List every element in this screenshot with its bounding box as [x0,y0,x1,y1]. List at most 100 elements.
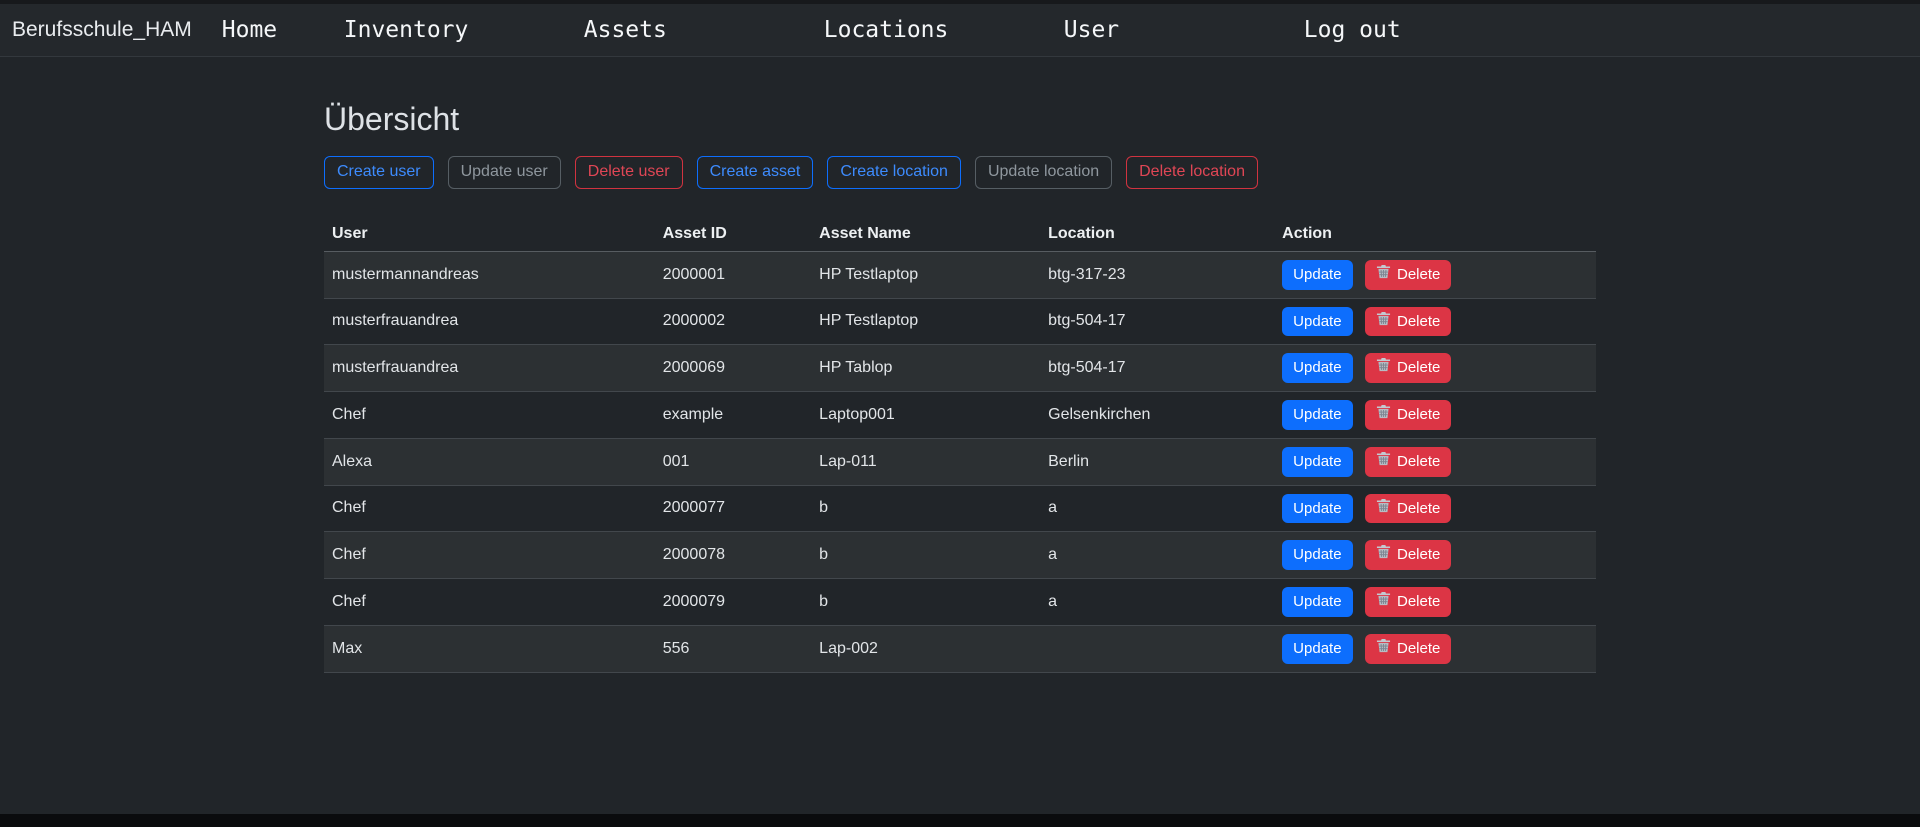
main-content: Übersicht Create user Update user Delete u… [324,101,1596,673]
delete-button[interactable]: Delete [1365,447,1451,477]
delete-button[interactable]: Delete [1365,494,1451,524]
nav-item-user[interactable]: User [1064,17,1119,43]
table-row: musterfrauandrea 2000069 HP Tablop btg-5… [324,345,1596,392]
table-row: Chef example Laptop001 Gelsenkirchen Upd… [324,392,1596,439]
wastebasket-icon [1376,311,1391,333]
cell-asset-name: b [811,485,1040,532]
nav-item-log-out[interactable]: Log out [1304,17,1401,43]
create-location-button[interactable]: Create location [827,156,961,189]
table-row: Max 556 Lap-002 Update [324,625,1596,672]
cell-user: musterfrauandrea [324,345,655,392]
delete-button[interactable]: Delete [1365,634,1451,664]
nav-item-inventory[interactable]: Inventory [344,17,469,43]
cell-action: Update Delete [1274,532,1596,579]
create-asset-button[interactable]: Create asset [697,156,814,189]
nav-item-assets[interactable]: Assets [584,17,667,43]
cell-location: a [1040,532,1274,579]
update-button[interactable]: Update [1282,353,1352,383]
col-header-user: User [324,217,655,252]
cell-asset-id: 001 [655,438,811,485]
asset-table: User Asset ID Asset Name Location Action… [324,217,1596,673]
wastebasket-icon [1376,404,1391,426]
create-user-button[interactable]: Create user [324,156,434,189]
navbar: Berufsschule_HAM Home Inventory Assets Loca… [0,4,1920,57]
update-button[interactable]: Update [1282,494,1352,524]
navbar-brand[interactable]: Berufsschule_HAM [12,18,192,42]
nav-list-item: User [1064,17,1304,43]
update-button[interactable]: Update [1282,260,1352,290]
delete-button-label: Delete [1397,498,1440,520]
cell-action: Update Delete [1274,251,1596,298]
delete-button[interactable]: Delete [1365,307,1451,337]
cell-asset-id: example [655,392,811,439]
cell-action: Update Delete [1274,485,1596,532]
page-title: Übersicht [324,101,1596,138]
nav-item-locations[interactable]: Locations [824,17,949,43]
cell-asset-name: Laptop001 [811,392,1040,439]
table-row: Alexa 001 Lap-011 Berlin Update [324,438,1596,485]
wastebasket-icon [1376,498,1391,520]
cell-action: Update Delete [1274,392,1596,439]
delete-button-label: Delete [1397,264,1440,286]
col-header-location: Location [1040,217,1274,252]
cell-asset-id: 2000078 [655,532,811,579]
delete-button[interactable]: Delete [1365,260,1451,290]
wastebasket-icon [1376,638,1391,660]
nav-menu: Home Inventory Assets Locations User Log out [222,17,1544,43]
table-row: Chef 2000079 b a Update [324,579,1596,626]
cell-location [1040,625,1274,672]
table-header-row: User Asset ID Asset Name Location Action [324,217,1596,252]
cell-user: Chef [324,532,655,579]
cell-asset-id: 2000077 [655,485,811,532]
delete-button-label: Delete [1397,591,1440,613]
cell-location: Berlin [1040,438,1274,485]
cell-asset-id: 556 [655,625,811,672]
col-header-action: Action [1274,217,1596,252]
nav-list-item: Locations [824,17,1064,43]
update-user-button[interactable]: Update user [448,156,561,189]
window-bottom-edge [0,814,1920,827]
delete-button-label: Delete [1397,451,1440,473]
cell-action: Update Delete [1274,298,1596,345]
table-row: Chef 2000077 b a Update [324,485,1596,532]
table-row: Chef 2000078 b a Update [324,532,1596,579]
table-row: mustermannandreas 2000001 HP Testlaptop … [324,251,1596,298]
update-button[interactable]: Update [1282,400,1352,430]
col-header-asset-name: Asset Name [811,217,1040,252]
cell-user: Max [324,625,655,672]
wastebasket-icon [1376,451,1391,473]
delete-user-button[interactable]: Delete user [575,156,683,189]
table-row: musterfrauandrea 2000002 HP Testlaptop b… [324,298,1596,345]
cell-location: btg-504-17 [1040,345,1274,392]
nav-list-item: Log out [1304,17,1544,43]
nav-list-item: Home [222,17,344,43]
col-header-asset-id: Asset ID [655,217,811,252]
update-location-button[interactable]: Update location [975,156,1112,189]
cell-user: musterfrauandrea [324,298,655,345]
cell-user: mustermannandreas [324,251,655,298]
delete-button[interactable]: Delete [1365,587,1451,617]
delete-button-label: Delete [1397,638,1440,660]
cell-location: btg-317-23 [1040,251,1274,298]
delete-button[interactable]: Delete [1365,353,1451,383]
cell-asset-id: 2000079 [655,579,811,626]
cell-action: Update Delete [1274,345,1596,392]
cell-location: a [1040,579,1274,626]
delete-location-button[interactable]: Delete location [1126,156,1258,189]
delete-button[interactable]: Delete [1365,540,1451,570]
cell-asset-id: 2000001 [655,251,811,298]
cell-user: Chef [324,579,655,626]
update-button[interactable]: Update [1282,540,1352,570]
asset-table-body: mustermannandreas 2000001 HP Testlaptop … [324,251,1596,672]
nav-list-item: Inventory [344,17,584,43]
update-button[interactable]: Update [1282,587,1352,617]
update-button[interactable]: Update [1282,447,1352,477]
cell-asset-name: HP Tablop [811,345,1040,392]
cell-asset-name: HP Testlaptop [811,251,1040,298]
cell-asset-name: Lap-011 [811,438,1040,485]
delete-button[interactable]: Delete [1365,400,1451,430]
update-button[interactable]: Update [1282,634,1352,664]
nav-item-home[interactable]: Home [222,17,277,43]
cell-user: Chef [324,485,655,532]
update-button[interactable]: Update [1282,307,1352,337]
